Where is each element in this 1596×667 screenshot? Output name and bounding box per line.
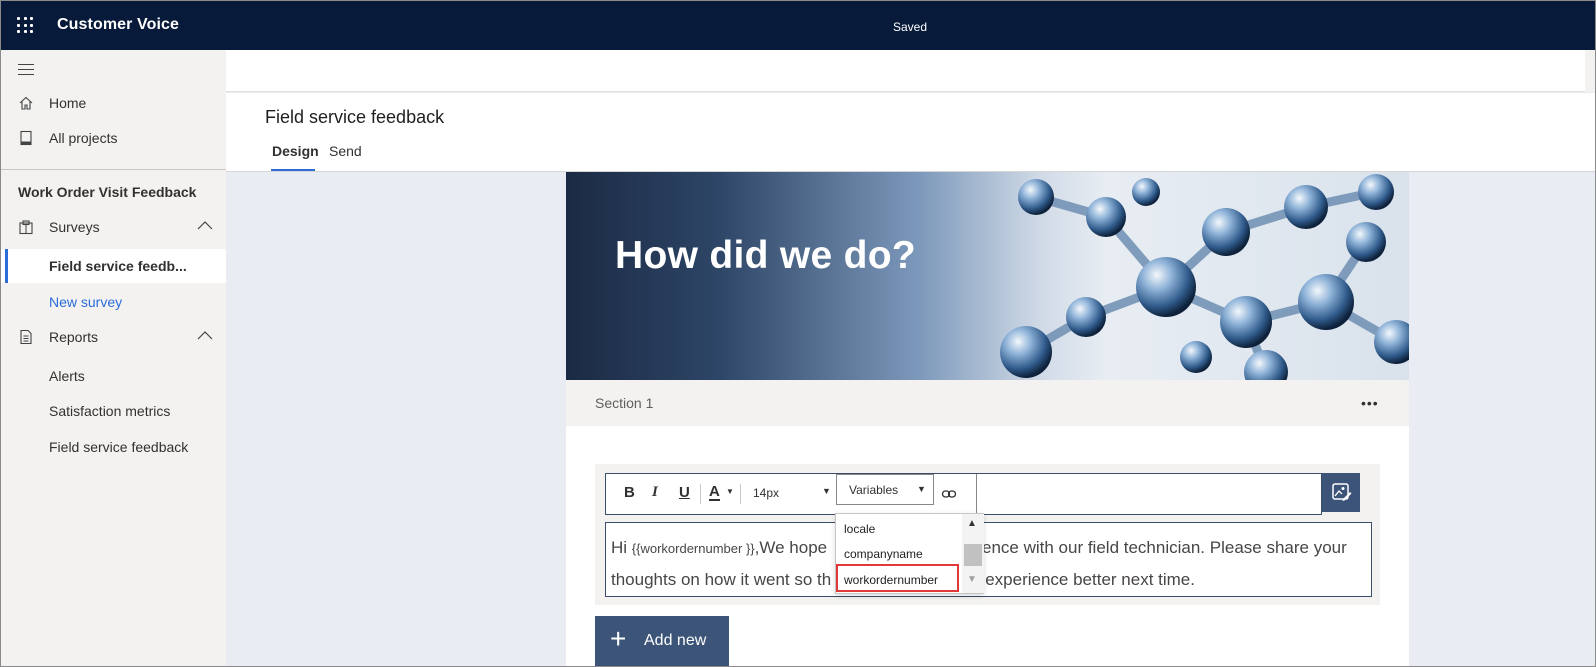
project-title: Work Order Visit Feedback [18, 184, 197, 200]
toolbar-divider [700, 484, 701, 504]
body-text: thoughts on how it went so th [611, 570, 832, 589]
sidebar-divider [1, 169, 226, 170]
sidebar-item-field-service-feedback-report[interactable]: Field service feedback [1, 430, 226, 464]
hamburger-menu-icon[interactable] [18, 64, 34, 79]
font-size-select[interactable]: 14px [753, 486, 779, 500]
variable-token: {{workordernumber }} [631, 541, 755, 556]
app-title[interactable]: Customer Voice [57, 16, 179, 34]
add-new-button[interactable]: + Add new [595, 616, 729, 666]
chevron-up-icon[interactable] [197, 220, 213, 230]
variables-label: Variables [849, 483, 899, 497]
add-new-label: Add new [644, 632, 707, 649]
body-text: erience with our field technician. Pleas… [963, 538, 1347, 557]
command-bar [226, 50, 1595, 92]
page-header: Field service feedback Design Send [226, 93, 1595, 172]
scroll-thumb[interactable] [964, 544, 982, 566]
tab-design[interactable]: Design [272, 143, 319, 159]
sidebar-item-surveys[interactable]: Surveys [1, 210, 226, 244]
ellipsis-icon[interactable]: ••• [1361, 396, 1379, 410]
variables-list[interactable]: locale companyname workordernumber ▲ ▼ [835, 513, 984, 594]
survey-card: How did we do? Section 1 ••• B I U A ▼ 1… [566, 172, 1409, 666]
sidebar-item-all-projects[interactable]: All projects [1, 121, 226, 155]
sidebar-item-label: Home [49, 95, 87, 111]
image-edit-icon [1332, 483, 1352, 501]
top-bar: Customer Voice Saved [1, 1, 1595, 50]
active-tab-indicator [271, 169, 315, 171]
app-window: Customer Voice Saved Home All projects W… [0, 0, 1596, 667]
sidebar-item-label: All projects [49, 130, 118, 146]
toolbar-divider [740, 484, 741, 504]
report-icon [20, 329, 32, 345]
sidebar-item-label: Alerts [49, 368, 85, 384]
scrollbar[interactable] [1585, 50, 1595, 92]
home-icon [19, 96, 33, 110]
banner-image[interactable]: How did we do? [566, 172, 1409, 380]
chevron-down-icon[interactable]: ▼ [726, 487, 734, 496]
toolbar-divider [976, 474, 977, 516]
link-icon[interactable] [941, 486, 957, 502]
variable-option-companyname[interactable]: companyname [844, 547, 923, 561]
sidebar-item-field-service-feedback-survey[interactable]: Field service feedb... [1, 249, 226, 283]
sidebar-item-satisfaction-metrics[interactable]: Satisfaction metrics [1, 394, 226, 428]
scroll-down-icon[interactable]: ▼ [967, 574, 977, 585]
banner-title[interactable]: How did we do? [615, 234, 916, 278]
font-color-button[interactable]: A [709, 484, 720, 501]
sidebar-item-label: Reports [49, 329, 99, 345]
variable-option-workordernumber[interactable]: workordernumber [844, 573, 938, 587]
tab-send[interactable]: Send [329, 143, 362, 159]
sidebar-item-home[interactable]: Home [1, 86, 226, 120]
clipboard-icon [19, 220, 33, 235]
sidebar-item-label: Field service feedb... [49, 258, 187, 274]
rich-text-editor: B I U A ▼ 14px ▼ Variables ▼ Hi {{workor… [595, 464, 1380, 605]
body-text: ,We hope [754, 538, 828, 557]
save-status: Saved [893, 20, 928, 34]
scroll-up-icon[interactable]: ▲ [967, 518, 977, 529]
chevron-up-icon[interactable] [197, 330, 213, 340]
section-header: Section 1 ••• [566, 380, 1409, 426]
chevron-down-icon[interactable]: ▼ [822, 486, 831, 496]
section-label: Section 1 [595, 395, 654, 411]
sidebar-item-new-survey[interactable]: New survey [1, 285, 226, 319]
plus-icon: + [610, 623, 627, 654]
bold-button[interactable]: B [624, 484, 635, 501]
underline-button[interactable]: U [679, 484, 690, 501]
sidebar-item-label: New survey [49, 294, 123, 310]
question-text-editor[interactable]: Hi {{workordernumber }},We hope erience w… [605, 522, 1372, 597]
sidebar: Home All projects Work Order Visit Feedb… [1, 50, 226, 666]
app-launcher-icon[interactable] [17, 17, 33, 33]
formatting-toolbar: B I U A ▼ 14px ▼ Variables ▼ [605, 473, 1322, 516]
italic-button[interactable]: I [652, 484, 658, 501]
sidebar-item-reports[interactable]: Reports [1, 320, 226, 354]
sidebar-item-alerts[interactable]: Alerts [1, 359, 226, 393]
page-title: Field service feedback [265, 107, 445, 127]
variable-option-locale[interactable]: locale [844, 522, 875, 536]
document-icon [20, 130, 32, 146]
sidebar-item-label: Field service feedback [49, 439, 189, 455]
body-text: experience better next time. [985, 570, 1195, 589]
dropdown-scrollbar[interactable]: ▲ ▼ [962, 514, 984, 593]
variables-dropdown[interactable]: Variables ▼ [836, 474, 934, 505]
chevron-down-icon: ▼ [917, 484, 926, 494]
greeting-text: Hi [611, 538, 632, 557]
sidebar-item-label: Surveys [49, 219, 100, 235]
sidebar-item-label: Satisfaction metrics [49, 403, 171, 419]
image-edit-button[interactable] [1322, 473, 1360, 512]
